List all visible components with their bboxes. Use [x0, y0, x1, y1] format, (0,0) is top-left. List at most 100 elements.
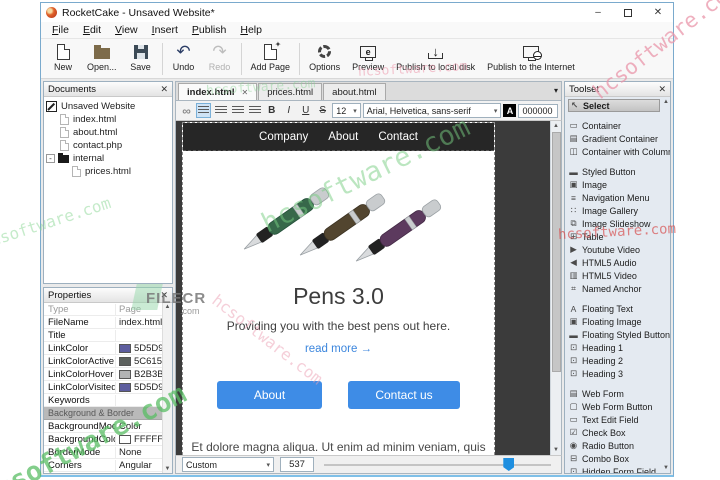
preview-button[interactable]: e Preview [346, 40, 390, 78]
properties-scrollbar[interactable]: ▲ ▼ [162, 303, 172, 473]
read-more-link[interactable]: read more → [183, 343, 494, 355]
menu-publish[interactable]: Publish [185, 23, 233, 37]
page-about-button[interactable]: About [217, 381, 322, 409]
scroll-down-icon[interactable]: ▼ [165, 466, 171, 472]
italic-button[interactable]: I [281, 103, 296, 118]
toolset-item-html5-audio[interactable]: ◀ HTML5 Audio [568, 256, 660, 269]
tab-index-html[interactable]: index.html ✕ [178, 83, 258, 100]
property-row-linkcolorhover[interactable]: LinkColorHover B2B3B4 [44, 368, 162, 381]
toolset-item-floating-text[interactable]: A Floating Text [568, 302, 660, 315]
toolset-item-hidden-form-field[interactable]: ⊡ Hidden Form Field [568, 465, 660, 473]
toolset-close-icon[interactable]: ✕ [658, 84, 666, 95]
nav-link-about[interactable]: About [328, 131, 358, 143]
color-swatch[interactable] [119, 356, 131, 366]
toolset-item-html5-video[interactable]: ▥ HTML5 Video [568, 269, 660, 282]
scroll-up-icon[interactable]: ▲ [165, 304, 171, 310]
toolset-item-heading-1[interactable]: ⊡ Heading 1 [568, 341, 660, 354]
tab-overflow-icon[interactable]: ▾ [554, 86, 558, 95]
underline-button[interactable]: U [298, 103, 313, 118]
menu-file[interactable]: File [45, 23, 76, 37]
properties-close-icon[interactable]: ✕ [160, 290, 168, 301]
width-slider[interactable] [320, 457, 555, 472]
toolset-item-floating-styled-button[interactable]: ▬ Floating Styled Button [568, 328, 670, 341]
text-color-hex-field[interactable]: 000000 [518, 103, 558, 118]
align-justify-button[interactable] [247, 103, 262, 118]
page-navigation-menu[interactable]: Company About Contact [183, 123, 494, 151]
toolset-item-table[interactable]: ⊞ Table [568, 230, 660, 243]
maximize-button[interactable] [613, 3, 643, 22]
property-row-backgroundcolor[interactable]: BackgroundColor FFFFFF [44, 433, 162, 446]
undo-button[interactable]: ↶ Undo [166, 40, 202, 78]
toolset-item-radio-button[interactable]: ◉ Radio Button [568, 439, 660, 452]
toolset-item-named-anchor[interactable]: ⌗ Named Anchor [568, 282, 660, 295]
tab-about-html[interactable]: about.html [323, 83, 386, 100]
tree-item-root[interactable]: Unsaved Website [46, 100, 170, 113]
nav-link-company[interactable]: Company [259, 131, 308, 143]
add-page-button[interactable]: ✦ Add Page [245, 40, 297, 78]
menu-edit[interactable]: Edit [76, 23, 108, 37]
property-row-bordermode[interactable]: BorderMode None [44, 446, 162, 459]
property-row-type[interactable]: Type Page [44, 303, 162, 316]
property-row-backgroundmode[interactable]: BackgroundMode Color [44, 420, 162, 433]
tree-item-contact[interactable]: contact.php [46, 139, 170, 152]
align-right-button[interactable] [230, 103, 245, 118]
toolset-item-select[interactable]: ↖ Select [568, 99, 660, 112]
toolset-item-check-box[interactable]: ☑ Check Box [568, 426, 660, 439]
toolset-item-container-with-columns[interactable]: ◫ Container with Columns [568, 145, 670, 158]
tab-prices-html[interactable]: prices.html [258, 83, 323, 100]
page-preview[interactable]: Company About Contact Pens 3.0 Providing… [182, 122, 495, 455]
bold-button[interactable]: B [264, 103, 279, 118]
toolset-item-gradient-container[interactable]: ▤ Gradient Container [568, 132, 660, 145]
close-button[interactable]: ✕ [643, 3, 673, 22]
new-button[interactable]: New [45, 40, 81, 78]
strikethrough-button[interactable]: S [315, 103, 330, 118]
save-button[interactable]: Save [123, 40, 159, 78]
property-row-linkcoloractive[interactable]: LinkColorActive 5C615E [44, 355, 162, 368]
property-row-keywords[interactable]: Keywords [44, 394, 162, 407]
scrollbar-thumb[interactable] [551, 132, 561, 373]
align-left-button[interactable] [196, 103, 212, 118]
property-row-filename[interactable]: FileName index.html [44, 316, 162, 329]
scroll-down-icon[interactable]: ▼ [553, 445, 559, 455]
tab-close-icon[interactable]: ✕ [242, 88, 249, 97]
minimize-button[interactable]: – [583, 3, 613, 22]
toolset-item-image-slideshow[interactable]: ⧉ Image Slideshow [568, 217, 660, 230]
toolset-item-image[interactable]: ▣ Image [568, 178, 660, 191]
toolset-item-text-edit-field[interactable]: ▭ Text Edit Field [568, 413, 660, 426]
editor-scrollbar[interactable]: ▲ ▼ [550, 121, 561, 455]
tree-item-prices[interactable]: prices.html [46, 165, 170, 178]
toolset-item-image-gallery[interactable]: ∷ Image Gallery [568, 204, 660, 217]
width-value-field[interactable]: 537 [280, 457, 314, 472]
menu-help[interactable]: Help [233, 23, 269, 37]
page-contact-button[interactable]: Contact us [348, 381, 460, 409]
publish-internet-button[interactable]: Publish to the Internet [481, 40, 581, 78]
collapse-expander-icon[interactable]: - [46, 154, 55, 163]
width-preset-select[interactable]: Custom ▾ [182, 457, 274, 472]
nav-link-contact[interactable]: Contact [378, 131, 418, 143]
title-bar[interactable]: RocketCake - Unsaved Website* – ✕ [41, 3, 673, 22]
menu-insert[interactable]: Insert [145, 23, 185, 37]
toolset-item-web-form[interactable]: ▤ Web Form [568, 387, 660, 400]
insert-link-icon[interactable]: ∞ [179, 103, 194, 118]
property-row-corners[interactable]: Corners Angular [44, 459, 162, 472]
font-size-select[interactable]: 12 ▾ [332, 103, 361, 118]
tree-item-internal-folder[interactable]: - internal [46, 152, 170, 165]
toolset-item-styled-button[interactable]: ▬ Styled Button [568, 165, 660, 178]
color-swatch[interactable] [119, 382, 131, 392]
text-color-button[interactable]: A [503, 104, 517, 117]
scroll-up-icon[interactable]: ▲ [553, 121, 559, 131]
documents-close-icon[interactable]: ✕ [160, 84, 168, 95]
color-swatch[interactable] [119, 434, 131, 444]
tree-item-about[interactable]: about.html [46, 126, 170, 139]
open-button[interactable]: Open... [81, 40, 123, 78]
color-swatch[interactable] [119, 343, 131, 353]
publish-local-button[interactable]: ↓ Publish to local disk [390, 40, 481, 78]
toolset-item-youtube-video[interactable]: ▶ Youtube Video [568, 243, 660, 256]
options-button[interactable]: Options [303, 40, 346, 78]
toolset-item-floating-image[interactable]: ▣ Floating Image [568, 315, 660, 328]
toolset-item-heading-3[interactable]: ⊡ Heading 3 [568, 367, 660, 380]
toolset-item-combo-box[interactable]: ⊟ Combo Box [568, 452, 660, 465]
font-family-select[interactable]: Arial, Helvetica, sans-serif ▾ [362, 103, 502, 118]
scroll-up-icon[interactable]: ▲ [663, 99, 669, 105]
property-row-linkcolorvisited[interactable]: LinkColorVisited 5D5D9E [44, 381, 162, 394]
